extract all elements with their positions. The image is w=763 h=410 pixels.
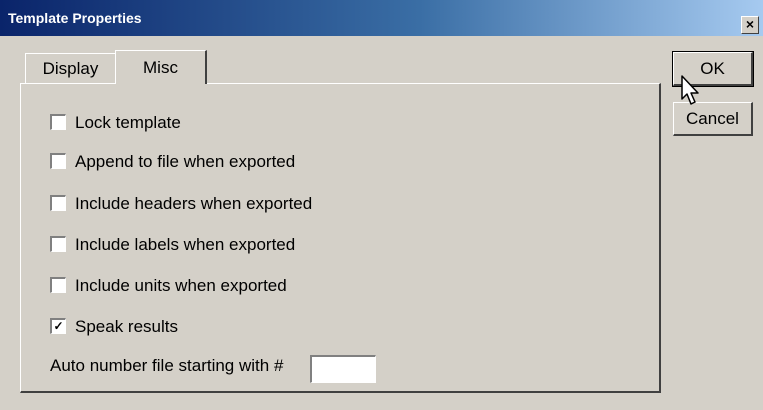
include-labels-option[interactable]: Include labels when exported bbox=[50, 235, 295, 257]
title-bar: Template Properties bbox=[0, 0, 763, 36]
tab-display-label: Display bbox=[42, 59, 99, 78]
dialog-title: Template Properties bbox=[8, 10, 142, 26]
close-button[interactable]: × bbox=[741, 16, 759, 34]
tab-misc[interactable]: Misc bbox=[115, 50, 207, 84]
auto-number-input[interactable] bbox=[310, 355, 376, 383]
speak-results-option[interactable]: ✓ Speak results bbox=[50, 317, 178, 339]
cancel-button[interactable]: Cancel bbox=[673, 102, 753, 136]
include-units-checkbox[interactable] bbox=[50, 276, 66, 293]
active-tab-joiner bbox=[116, 82, 205, 85]
append-to-file-option[interactable]: Append to file when exported bbox=[50, 152, 295, 174]
mouse-pointer-icon bbox=[681, 75, 699, 105]
lock-template-option[interactable]: Lock template bbox=[50, 113, 181, 135]
tab-display[interactable]: Display bbox=[25, 53, 116, 83]
include-headers-label: Include headers when exported bbox=[75, 194, 313, 213]
cancel-button-label: Cancel bbox=[686, 109, 739, 128]
auto-number-label: Auto number file starting with # bbox=[50, 356, 284, 375]
lock-template-label: Lock template bbox=[75, 113, 181, 132]
speak-results-checkbox[interactable]: ✓ bbox=[50, 317, 66, 334]
include-headers-option[interactable]: Include headers when exported bbox=[50, 194, 312, 216]
append-to-file-label: Append to file when exported bbox=[75, 152, 296, 171]
speak-results-label: Speak results bbox=[75, 317, 178, 336]
include-units-label: Include units when exported bbox=[75, 276, 287, 295]
lock-template-checkbox[interactable] bbox=[50, 113, 66, 130]
tab-misc-label: Misc bbox=[143, 58, 178, 77]
append-to-file-checkbox[interactable] bbox=[50, 152, 66, 169]
include-headers-checkbox[interactable] bbox=[50, 194, 66, 211]
include-labels-label: Include labels when exported bbox=[75, 235, 296, 254]
include-units-option[interactable]: Include units when exported bbox=[50, 276, 287, 298]
template-properties-dialog: Template Properties × Display Misc Lock … bbox=[0, 0, 763, 410]
include-labels-checkbox[interactable] bbox=[50, 235, 66, 252]
close-icon: × bbox=[745, 16, 755, 32]
